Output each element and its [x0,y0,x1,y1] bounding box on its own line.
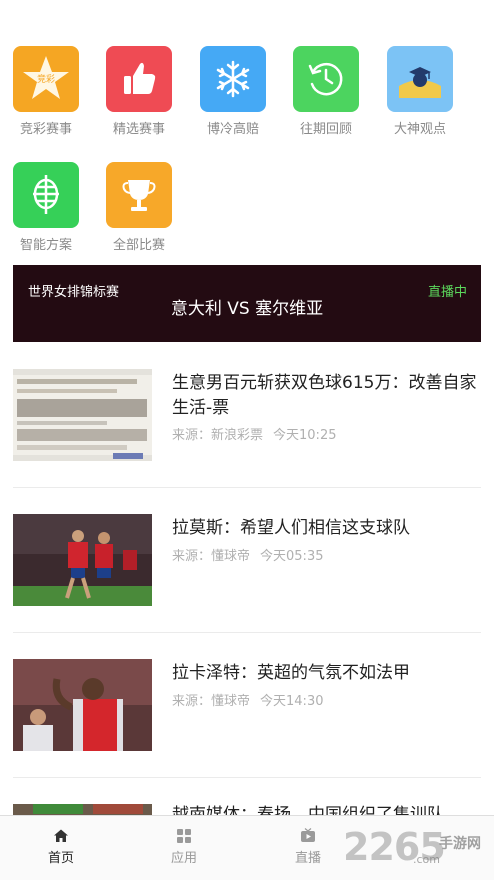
apps-grid-icon [177,829,191,843]
site-watermark: 2265 手游网 .com [343,825,493,873]
divider [13,632,481,633]
category-history[interactable]: 往期回顾 [286,46,366,137]
category-high-odds[interactable]: 博冷高赔 [193,46,273,137]
news-item[interactable]: 生意男百元斩获双色球615万：改善自家生活-票 来源：新浪彩票 今天10:25 [13,369,481,464]
category-label: 全部比赛 [112,238,165,253]
tv-play-icon [301,828,315,842]
match-title: 意大利 VS 塞尔维亚 [170,299,324,319]
category-badge: 竞彩 [37,73,55,85]
news-time: 今天05:35 [260,549,324,564]
news-title: 拉卡泽特：英超的气氛不如法甲 [172,663,410,683]
category-expert[interactable]: 大神观点 [380,46,460,137]
category-label: 智能方案 [19,238,72,253]
news-time: 今天10:25 [273,428,337,443]
news-time: 今天14:30 [260,694,324,709]
news-meta: 来源：新浪彩票 今天10:25 [172,424,346,443]
trophy-icon [106,162,172,228]
category-featured[interactable]: 精选赛事 [99,46,179,137]
news-source: 来源：新浪彩票 [172,428,264,443]
tab-apps[interactable]: 应用 [139,816,229,880]
category-label: 精选赛事 [112,122,165,137]
lottery-ticket-photo [13,369,152,461]
live-match-banner[interactable]: 世界女排锦标赛 意大利 VS 塞尔维亚 直播中 [13,265,481,342]
news-title: 拉莫斯：希望人们相信这支球队 [172,518,410,538]
news-item[interactable]: 越南媒体：春扬、中国组织了集训队 [13,804,481,815]
category-label: 竞彩赛事 [19,122,72,137]
stadium-photo [13,804,152,815]
home-icon [54,829,68,842]
category-label: 大神观点 [393,122,446,137]
live-status-badge: 直播中 [427,285,467,300]
tab-live[interactable]: 直播 [263,816,353,880]
thumbs-up-icon [106,46,172,112]
watermark-domain: .com [413,853,440,866]
arsenal-player-photo [13,659,152,751]
tab-label: 首页 [47,851,74,866]
category-label: 博冷高赔 [206,122,259,137]
tab-home[interactable]: 首页 [16,816,106,880]
tab-label: 应用 [170,851,197,866]
category-all-matches[interactable]: 全部比赛 [99,162,179,253]
history-clock-icon [293,46,359,112]
category-smart-plan[interactable]: 智能方案 [6,162,86,253]
divider [13,777,481,778]
news-meta: 来源：懂球帝 今天14:30 [172,690,333,709]
spain-players-photo [13,514,152,606]
ball-target-icon [13,162,79,228]
tab-label: 直播 [294,851,321,866]
news-title: 越南媒体：春扬、中国组织了集训队 [172,805,444,815]
graduate-book-icon [387,46,453,112]
watermark-site: 手游网 [439,836,481,852]
news-title: 生意男百元斩获双色球615万：改善自家生活-票 [172,373,477,418]
news-source: 来源：懂球帝 [172,694,251,709]
news-item[interactable]: 拉莫斯：希望人们相信这支球队 来源：懂球帝 今天05:35 [13,514,481,606]
snowflake-icon [200,46,266,112]
news-meta: 来源：懂球帝 今天05:35 [172,545,333,564]
category-label: 往期回顾 [299,122,352,137]
star-lottery-icon: 竞彩 [13,46,79,112]
divider [13,487,481,488]
category-jingcai[interactable]: 竞彩 竞彩赛事 [6,46,86,137]
news-item[interactable]: 拉卡泽特：英超的气氛不如法甲 来源：懂球帝 今天14:30 [13,659,481,751]
news-source: 来源：懂球帝 [172,549,251,564]
